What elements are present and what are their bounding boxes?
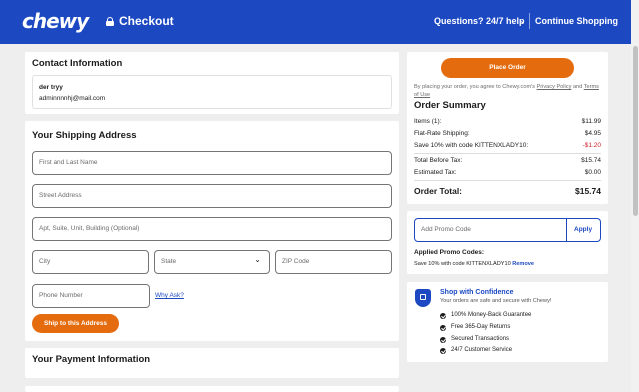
discount-value: -$1.20 bbox=[582, 142, 601, 149]
place-order-button[interactable]: Place Order bbox=[441, 58, 574, 78]
check-icon bbox=[440, 325, 446, 331]
items-row: Items (1): $11.99 bbox=[414, 118, 601, 125]
zip-field[interactable]: ZIP Code bbox=[275, 250, 392, 274]
shipping-title: Your Shipping Address bbox=[32, 130, 137, 141]
contact-box: der tryy adminnnnhj@mail.com bbox=[32, 75, 392, 109]
confidence-item: 100% Money-Back Guarantee bbox=[451, 312, 532, 318]
chewy-logo[interactable]: chewy bbox=[22, 9, 89, 33]
order-total-label: Order Total: bbox=[414, 186, 463, 196]
apt-field[interactable]: Apt, Suite, Unit, Building (Optional) bbox=[32, 217, 392, 241]
applied-promo-row: Save 10% with code KITTENXLADY10 Remove bbox=[414, 261, 534, 267]
city-placeholder: City bbox=[39, 258, 51, 265]
promo-code-input[interactable]: Add Promo Code bbox=[421, 226, 471, 233]
promo-divider bbox=[566, 219, 567, 241]
checkout-text: Checkout bbox=[119, 14, 174, 28]
discount-row: Save 10% with code KITTENXLADY10: -$1.20 bbox=[414, 142, 601, 149]
shield-icon bbox=[415, 289, 431, 307]
state-placeholder: State bbox=[161, 258, 177, 265]
shipping-row: Flat-Rate Shipping: $4.95 bbox=[414, 130, 601, 137]
applied-promo-code: Save 10% with code KITTENXLADY10 bbox=[414, 261, 511, 267]
next-card bbox=[25, 386, 399, 392]
apt-placeholder: Apt, Suite, Unit, Building (Optional) bbox=[39, 225, 140, 232]
agreement-text: By placing your order, you agree to Chew… bbox=[414, 84, 535, 90]
street-placeholder: Street Address bbox=[39, 192, 82, 199]
discount-label: Save 10% with code KITTENXLADY10: bbox=[414, 142, 529, 149]
tax-row: Estimated Tax: $0.00 bbox=[414, 169, 601, 176]
summary-divider bbox=[414, 153, 601, 154]
order-total-row: Order Total: $15.74 bbox=[414, 186, 601, 196]
items-value: $11.99 bbox=[581, 118, 601, 125]
contact-name: der tryy bbox=[39, 84, 63, 91]
check-icon bbox=[440, 348, 446, 354]
check-icon bbox=[440, 337, 446, 343]
order-agreement: By placing your order, you agree to Chew… bbox=[414, 83, 604, 99]
apply-promo-button[interactable]: Apply bbox=[574, 226, 592, 233]
site-header: chewy Checkout Questions? 24/7 help ⌄ Co… bbox=[0, 0, 639, 44]
shipping-value: $4.95 bbox=[584, 130, 601, 137]
chevron-down-icon: ⌄ bbox=[254, 255, 261, 264]
tax-label: Estimated Tax: bbox=[414, 169, 457, 176]
page-scrollbar[interactable] bbox=[631, 0, 639, 392]
promo-input-group: Add Promo Code Apply bbox=[414, 218, 601, 242]
phone-field[interactable]: Phone Number bbox=[32, 284, 150, 308]
street-field[interactable]: Street Address bbox=[32, 184, 392, 208]
confidence-title: Shop with Confidence bbox=[440, 289, 514, 296]
applied-promo-title: Applied Promo Codes: bbox=[414, 249, 485, 256]
lock-icon bbox=[106, 16, 114, 26]
scrollbar-thumb[interactable] bbox=[633, 46, 638, 216]
ship-to-address-button[interactable]: Ship to this Address bbox=[32, 314, 119, 333]
zip-placeholder: ZIP Code bbox=[282, 258, 310, 265]
contact-title: Contact Information bbox=[32, 58, 123, 69]
help-menu[interactable]: Questions? 24/7 help bbox=[434, 16, 525, 26]
phone-placeholder: Phone Number bbox=[39, 292, 83, 299]
check-icon bbox=[440, 313, 446, 319]
confidence-item: Free 365-Day Returns bbox=[451, 324, 511, 330]
before-tax-label: Total Before Tax: bbox=[414, 157, 463, 164]
checkout-label: Checkout bbox=[106, 14, 174, 28]
and-text: and bbox=[572, 84, 583, 90]
before-tax-value: $15.74 bbox=[581, 157, 601, 164]
remove-promo-link[interactable]: Remove bbox=[512, 261, 534, 267]
state-select[interactable]: State ⌄ bbox=[154, 250, 270, 274]
contact-card: Contact Information der tryy adminnnnhj@… bbox=[25, 52, 399, 114]
payment-card: Your Payment Information bbox=[25, 348, 399, 378]
confidence-subtitle: Your orders are safe and secure with Che… bbox=[440, 298, 552, 304]
city-field[interactable]: City bbox=[32, 250, 149, 274]
shipping-label: Flat-Rate Shipping: bbox=[414, 130, 470, 137]
tax-value: $0.00 bbox=[584, 169, 601, 176]
name-field[interactable]: First and Last Name bbox=[32, 151, 392, 175]
contact-email: adminnnnhj@mail.com bbox=[39, 95, 106, 102]
order-total-value: $15.74 bbox=[575, 186, 601, 196]
payment-title: Your Payment Information bbox=[32, 354, 151, 365]
name-placeholder: First and Last Name bbox=[39, 159, 98, 166]
confidence-item: Secured Transactions bbox=[451, 336, 510, 342]
privacy-policy-link[interactable]: Privacy Policy bbox=[537, 84, 572, 90]
summary-divider bbox=[414, 180, 601, 181]
order-summary-title: Order Summary bbox=[414, 100, 486, 111]
chevron-down-icon[interactable]: ⌄ bbox=[519, 16, 526, 25]
confidence-item: 24/7 Customer Service bbox=[451, 347, 513, 353]
before-tax-row: Total Before Tax: $15.74 bbox=[414, 157, 601, 164]
items-label: Items (1): bbox=[414, 118, 442, 125]
why-ask-link[interactable]: Why Ask? bbox=[155, 292, 184, 299]
continue-shopping-link[interactable]: Continue Shopping bbox=[535, 16, 618, 26]
header-divider bbox=[529, 13, 530, 29]
